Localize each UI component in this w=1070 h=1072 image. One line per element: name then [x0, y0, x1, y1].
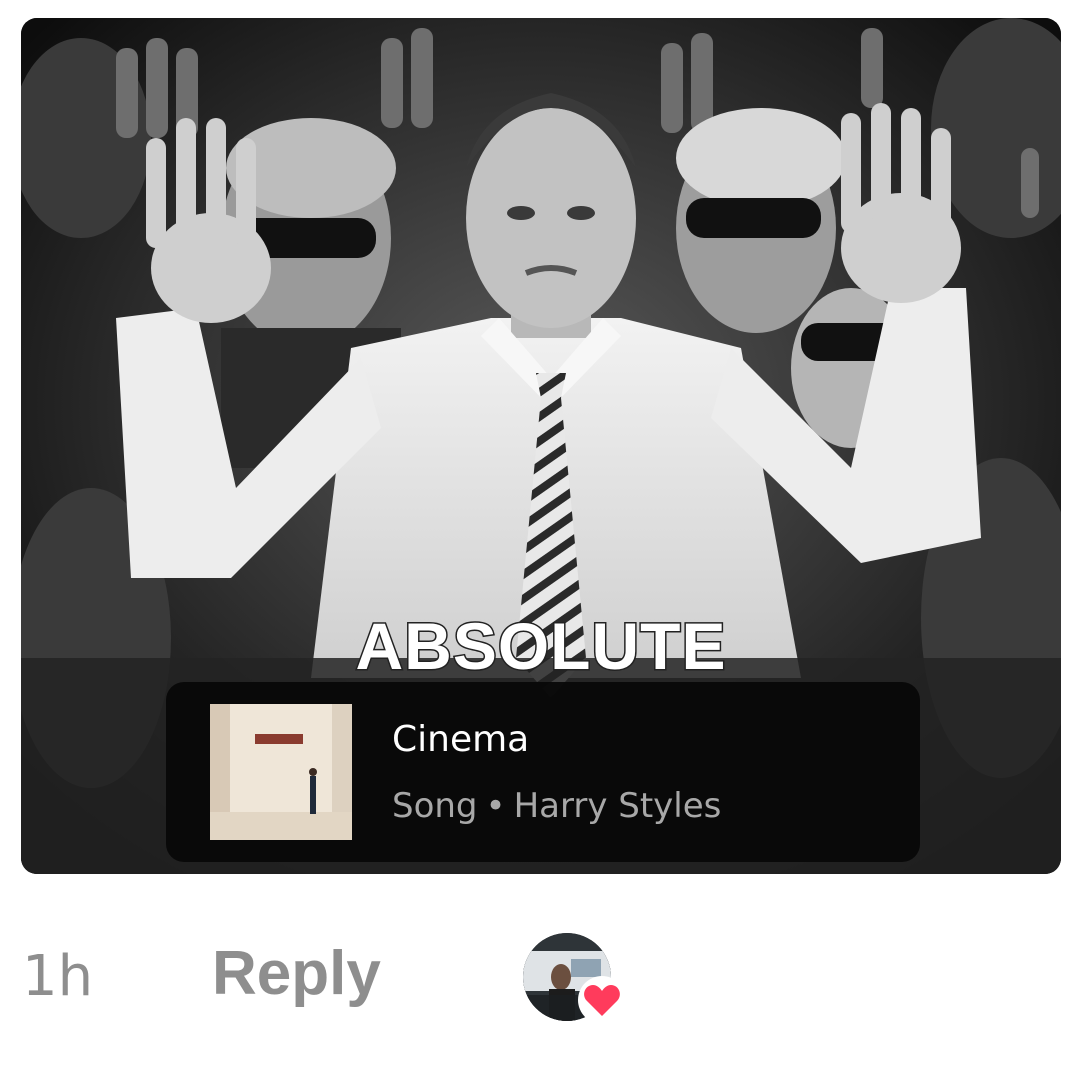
song-meta: Song • Harry Styles	[392, 786, 721, 826]
song-title: Cinema	[392, 719, 530, 760]
reply-button[interactable]: Reply	[212, 938, 381, 1009]
liked-by-indicator[interactable]	[523, 933, 626, 1025]
song-share-card[interactable]: Cinema Song • Harry Styles	[166, 682, 920, 862]
gif-caption: ABSOLUTE	[354, 608, 727, 685]
comment-timestamp: 1h	[22, 944, 94, 1009]
song-artist: Harry Styles	[513, 786, 722, 826]
heart-icon	[578, 976, 626, 1024]
separator-dot: •	[485, 786, 506, 826]
song-type: Song	[392, 786, 478, 826]
gif-attachment[interactable]: ABSOLUTE Cinema Song • Harry Styles	[21, 18, 1061, 874]
album-art-image	[210, 704, 352, 840]
